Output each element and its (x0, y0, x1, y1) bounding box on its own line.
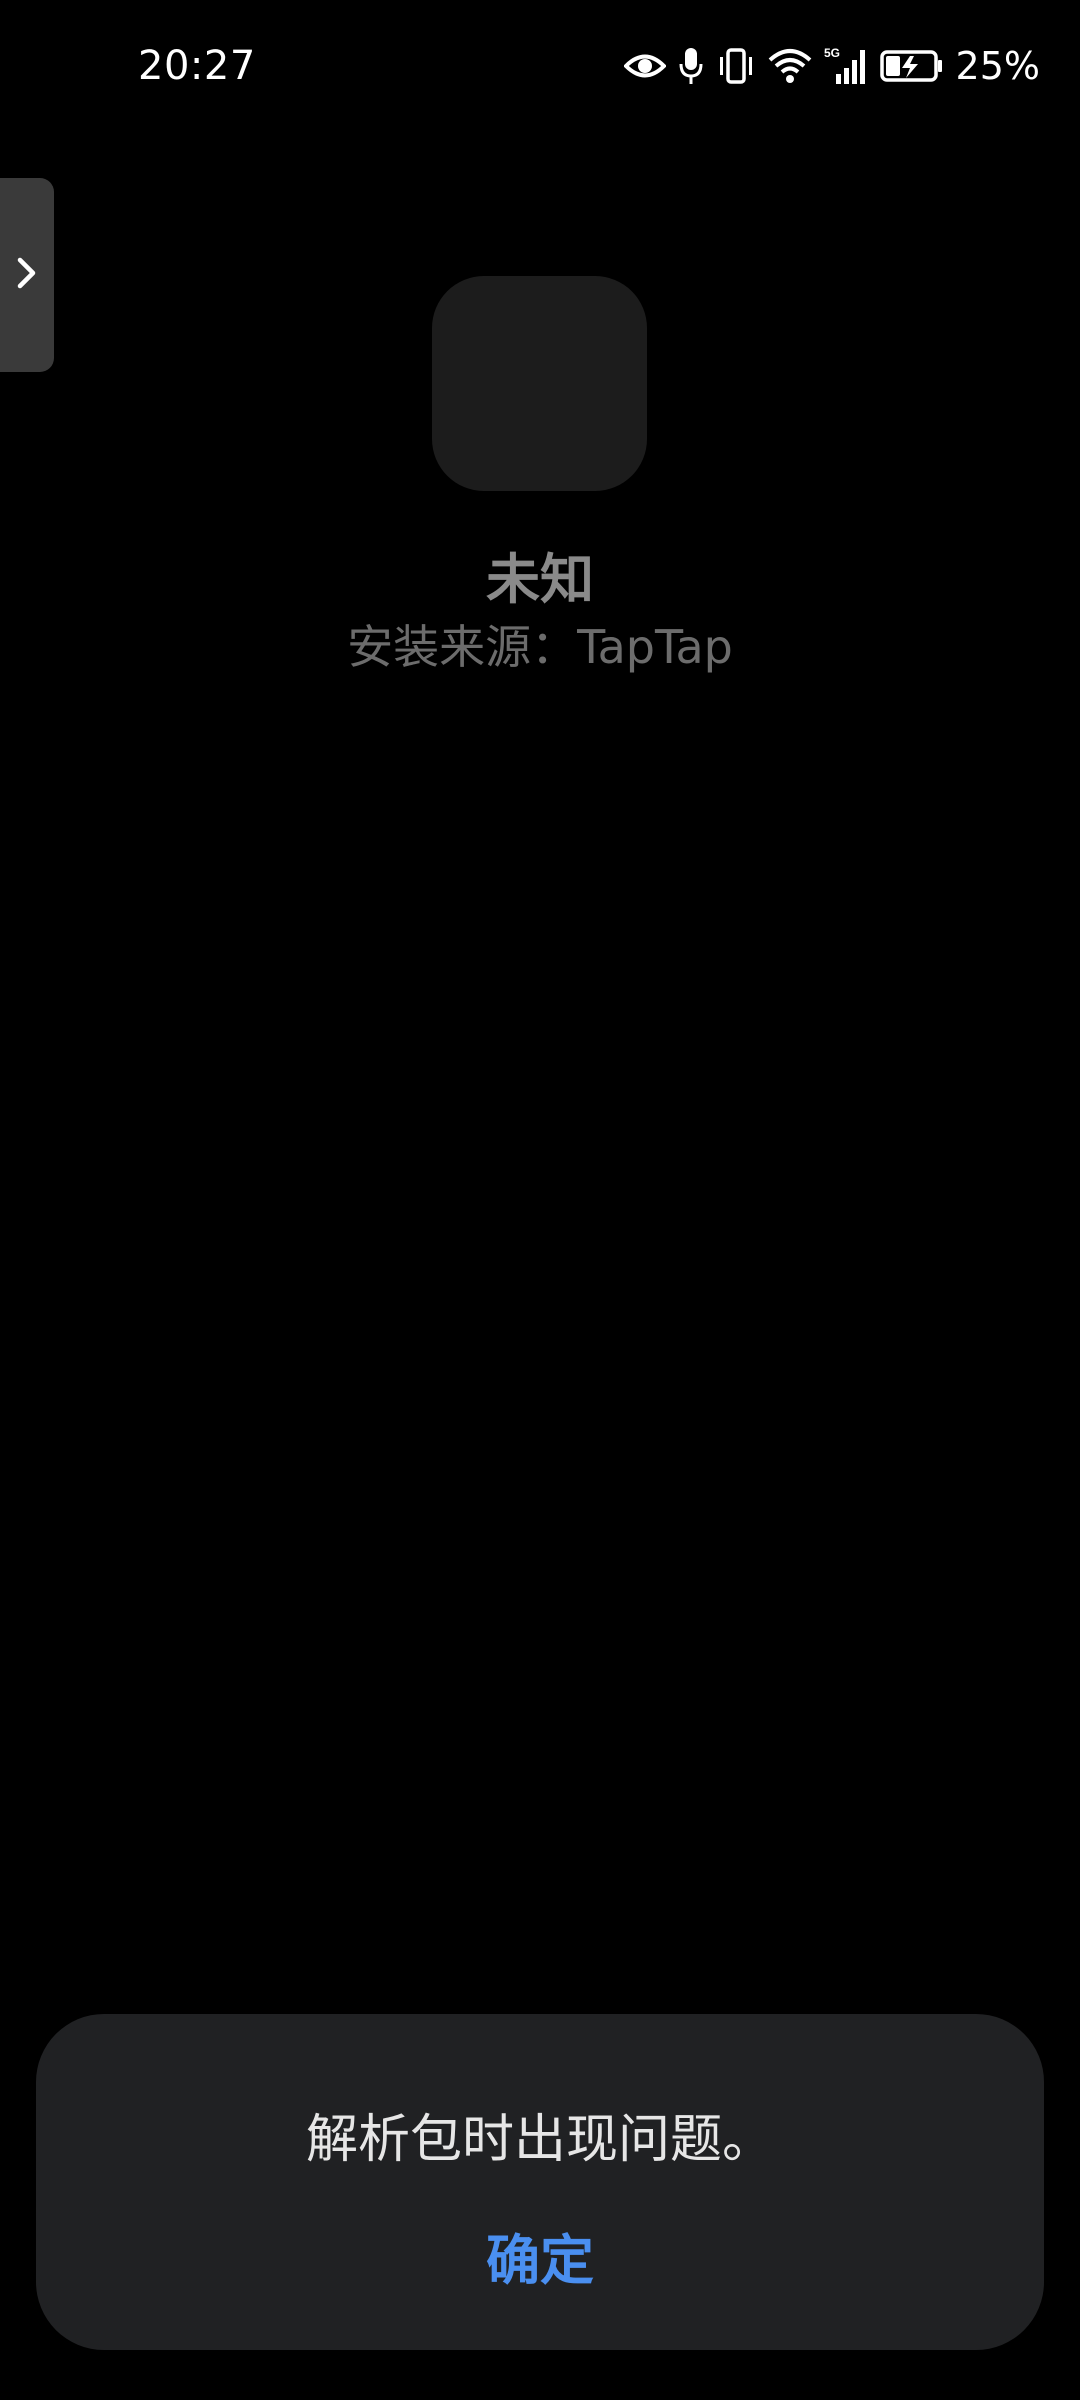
confirm-button[interactable]: 确定 (440, 2216, 640, 2306)
app-icon-placeholder (432, 276, 647, 491)
wifi-icon (768, 48, 812, 84)
vibrate-icon (716, 46, 756, 86)
cellular-5g-icon: 5G (824, 46, 868, 86)
side-panel-handle[interactable] (0, 178, 54, 372)
status-time: 20:27 (138, 43, 256, 89)
app-name: 未知 (486, 548, 594, 611)
svg-text:5G: 5G (824, 46, 840, 60)
dialog-message: 解析包时出现问题。 (305, 2110, 774, 2170)
microphone-icon (678, 46, 704, 86)
install-source: 安装来源：TapTap (347, 620, 733, 674)
chevron-right-icon (15, 256, 39, 294)
status-bar: 20:27 5G 25% (0, 0, 1080, 130)
eye-icon (623, 51, 666, 81)
error-dialog: 解析包时出现问题。 确定 (36, 2014, 1044, 2350)
status-icons: 5G 25% (612, 40, 1040, 92)
battery-charging-icon (879, 48, 944, 84)
battery-percentage: 25% (955, 44, 1040, 88)
